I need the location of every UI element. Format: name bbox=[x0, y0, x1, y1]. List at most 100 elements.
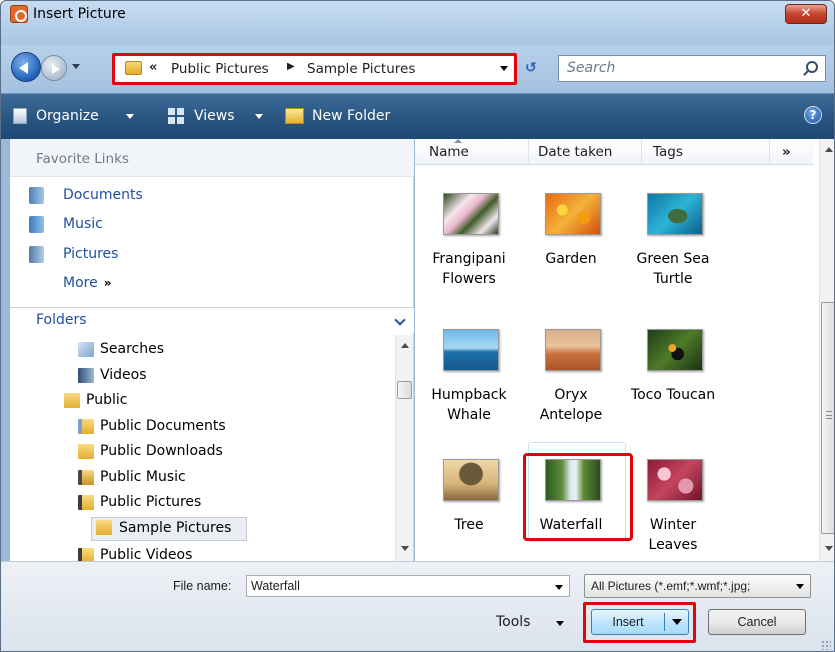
thumbnail bbox=[545, 193, 601, 235]
file-item-frangipani-flowers[interactable]: Frangipani Flowers bbox=[423, 193, 515, 293]
organize-dropdown-icon[interactable] bbox=[126, 114, 134, 119]
folder-tree: Searches Videos Public Public Documents … bbox=[10, 335, 392, 561]
file-name-line2: Flowers bbox=[442, 271, 496, 287]
tools-dropdown-icon[interactable] bbox=[556, 621, 564, 626]
dialog-footer: File name: Waterfall All Pictures (*.emf… bbox=[1, 561, 834, 651]
scrollbar-thumb[interactable] bbox=[397, 381, 412, 399]
recent-pages-dropdown[interactable] bbox=[71, 62, 81, 72]
sort-ascending-icon bbox=[454, 139, 462, 143]
command-toolbar: Organize Views New Folder ? bbox=[1, 93, 834, 139]
file-item-green-sea-turtle[interactable]: Green Sea Turtle bbox=[627, 193, 719, 293]
more-links-button[interactable]: More » bbox=[63, 275, 111, 291]
column-divider[interactable] bbox=[641, 139, 642, 165]
thumbnail bbox=[545, 329, 601, 371]
column-date-taken[interactable]: Date taken bbox=[538, 144, 612, 160]
tree-item-public-pictures[interactable]: Public Pictures bbox=[78, 493, 258, 515]
tree-item-label: Public Music bbox=[100, 469, 186, 485]
file-type-value: All Pictures (*.emf;*.wmf;*.jpg; bbox=[591, 579, 751, 593]
thumbnail bbox=[443, 329, 499, 371]
file-name-dropdown-icon[interactable] bbox=[555, 585, 563, 590]
file-name-line1: Oryx bbox=[554, 387, 588, 403]
insert-highlight-box bbox=[583, 602, 696, 643]
tree-item-public[interactable]: Public bbox=[64, 391, 184, 413]
thumbnail bbox=[647, 459, 703, 501]
tree-item-sample-pictures[interactable]: Sample Pictures bbox=[91, 517, 247, 541]
column-header: Name Date taken Tags » bbox=[415, 139, 814, 165]
new-folder-icon bbox=[285, 108, 304, 124]
file-item-oryx-antelope[interactable]: Oryx Antelope bbox=[525, 329, 617, 429]
organize-button[interactable]: Organize bbox=[36, 108, 99, 124]
thumbnail bbox=[443, 193, 499, 235]
favorite-links-header: Favorite Links bbox=[10, 139, 414, 177]
videos-icon bbox=[78, 368, 94, 383]
new-folder-button[interactable]: New Folder bbox=[312, 108, 390, 124]
file-item-garden[interactable]: Garden bbox=[525, 193, 617, 293]
more-label: More bbox=[63, 275, 98, 291]
tree-item-public-documents[interactable]: Public Documents bbox=[78, 417, 258, 439]
resize-grip-icon[interactable] bbox=[821, 640, 831, 650]
scrollbar-thumb[interactable] bbox=[821, 302, 834, 534]
folders-header[interactable]: Folders bbox=[10, 307, 414, 333]
scroll-up-icon[interactable] bbox=[401, 343, 409, 348]
scroll-down-icon[interactable] bbox=[825, 546, 833, 551]
folder-icon bbox=[64, 393, 80, 408]
file-item-humpback-whale[interactable]: Humpback Whale bbox=[423, 329, 515, 429]
column-tags[interactable]: Tags bbox=[653, 144, 683, 160]
file-list-scrollbar[interactable] bbox=[819, 139, 834, 561]
tree-item-videos[interactable]: Videos bbox=[78, 366, 198, 388]
cancel-button[interactable]: Cancel bbox=[708, 609, 806, 635]
chevron-down-icon[interactable] bbox=[394, 314, 406, 326]
tree-item-searches[interactable]: Searches bbox=[78, 340, 198, 362]
back-button[interactable] bbox=[11, 52, 41, 82]
file-name-input[interactable]: Waterfall bbox=[246, 575, 570, 597]
folder-icon bbox=[96, 520, 112, 535]
waterfall-highlight-box bbox=[523, 453, 633, 541]
file-name-line1: Tree bbox=[454, 517, 484, 533]
search-placeholder: Search bbox=[567, 60, 616, 76]
file-name-line2: Turtle bbox=[653, 271, 693, 287]
favorite-link-label: Documents bbox=[63, 187, 143, 203]
chevron-right-icon: » bbox=[103, 276, 112, 290]
column-divider[interactable] bbox=[528, 139, 529, 165]
chevron-down-icon[interactable] bbox=[796, 584, 804, 589]
close-button[interactable]: ✕ bbox=[785, 4, 827, 24]
file-name-line1: Garden bbox=[545, 251, 597, 267]
file-name-line1: Humpback bbox=[431, 387, 507, 403]
file-item-tree[interactable]: Tree bbox=[423, 459, 515, 559]
tree-item-public-downloads[interactable]: Public Downloads bbox=[78, 442, 258, 464]
views-button[interactable]: Views bbox=[194, 108, 235, 124]
scroll-down-icon[interactable] bbox=[401, 546, 409, 551]
file-name-line2: Whale bbox=[447, 407, 491, 423]
window-title: Insert Picture bbox=[33, 6, 126, 22]
tree-item-label: Public Downloads bbox=[100, 443, 223, 459]
file-item-winter-leaves[interactable]: Winter Leaves bbox=[627, 459, 719, 559]
tree-item-label: Public bbox=[86, 392, 128, 408]
forward-button[interactable] bbox=[41, 55, 67, 81]
file-name-value: Waterfall bbox=[251, 579, 300, 593]
search-icon[interactable] bbox=[806, 61, 818, 73]
column-divider[interactable] bbox=[769, 139, 770, 165]
tools-button[interactable]: Tools bbox=[496, 614, 531, 630]
views-dropdown-icon[interactable] bbox=[255, 114, 263, 119]
thumbnail bbox=[443, 459, 499, 501]
scroll-up-icon[interactable] bbox=[825, 147, 833, 152]
file-name-line1: Winter bbox=[649, 517, 697, 533]
more-columns-chevron[interactable]: » bbox=[782, 144, 791, 160]
refresh-icon[interactable]: ↺ bbox=[525, 60, 537, 76]
app-icon bbox=[10, 5, 28, 23]
pictures-icon bbox=[29, 246, 44, 263]
tree-item-public-videos[interactable]: Public Videos bbox=[78, 546, 258, 561]
thumbnail bbox=[647, 329, 703, 371]
search-input[interactable]: Search bbox=[558, 55, 826, 82]
folder-tree-scrollbar[interactable] bbox=[395, 335, 413, 561]
file-name-line1: Toco Toucan bbox=[630, 387, 716, 403]
help-icon[interactable]: ? bbox=[804, 106, 822, 124]
tree-item-public-music[interactable]: Public Music bbox=[78, 468, 258, 490]
file-type-select[interactable]: All Pictures (*.emf;*.wmf;*.jpg; bbox=[584, 574, 811, 598]
scrollbar-grip-icon bbox=[826, 411, 832, 419]
column-name[interactable]: Name bbox=[429, 144, 469, 160]
thumbnail bbox=[647, 193, 703, 235]
tree-item-label: Searches bbox=[100, 341, 165, 357]
videos-folder-icon bbox=[78, 548, 94, 561]
file-item-toco-toucan[interactable]: Toco Toucan bbox=[627, 329, 719, 429]
